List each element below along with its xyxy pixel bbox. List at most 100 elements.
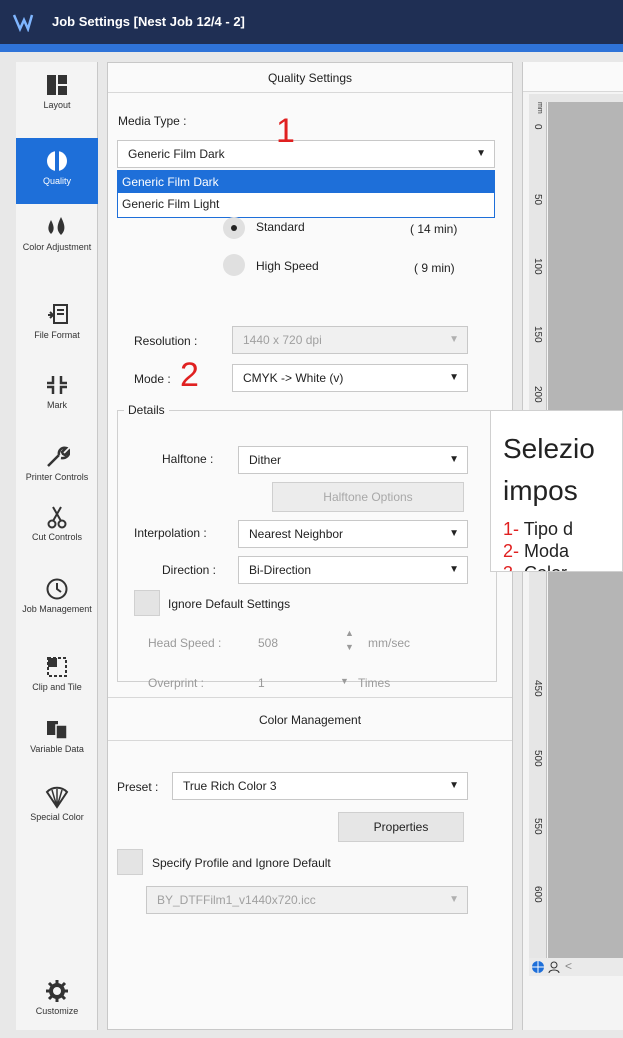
head-speed-value[interactable]: 508 — [258, 636, 278, 650]
sidebar-item-label: Customize — [35, 1006, 79, 1016]
preset-select[interactable]: True Rich Color 3 ▼ — [172, 772, 468, 800]
chevron-down-icon[interactable]: ▼ — [449, 447, 459, 473]
resolution-select[interactable]: 1440 x 720 dpi ▼ — [232, 326, 468, 354]
dropdown-option[interactable]: Generic Film Dark — [118, 171, 494, 193]
head-speed-label: Head Speed : — [148, 636, 222, 650]
quality-settings-header: Quality Settings — [108, 63, 512, 93]
overprint-value[interactable]: 1 — [258, 676, 265, 690]
mode-value: CMYK -> White (v) — [243, 371, 344, 385]
sidebar-item-label: Variable Data — [30, 744, 84, 754]
chevron-down-icon[interactable]: ▼ — [449, 557, 459, 583]
interpolation-label: Interpolation : — [134, 526, 207, 540]
ruler-tick: 500 — [532, 750, 543, 767]
annotation-number-2: 2 — [180, 356, 199, 394]
ignore-default-checkbox[interactable] — [134, 590, 160, 616]
high-speed-radio[interactable] — [223, 254, 245, 276]
callout-item-number: 1- — [503, 519, 520, 539]
dropdown-option[interactable]: Generic Film Light — [118, 193, 494, 215]
mode-select[interactable]: CMYK -> White (v) ▼ — [232, 364, 468, 392]
media-type-dropdown[interactable]: Generic Film Dark Generic Film Light — [117, 170, 495, 218]
ruler-tick: 550 — [532, 818, 543, 835]
spin-down-icon[interactable]: ▼ — [345, 642, 354, 652]
callout-item-text: Color — [519, 563, 567, 571]
sidebar-item-file-format[interactable]: File Format — [16, 302, 98, 352]
callout-item-number: 2- — [503, 541, 520, 561]
halftone-label: Halftone : — [162, 452, 214, 466]
ruler-tick: 100 — [532, 258, 543, 275]
wrench-icon — [47, 446, 70, 467]
sidebar-item-customize[interactable]: Customize — [16, 978, 98, 1022]
resolution-label: Resolution : — [134, 334, 198, 348]
sidebar-item-label: Layout — [43, 100, 71, 110]
interpolation-select[interactable]: Nearest Neighbor ▼ — [238, 520, 468, 548]
halftone-options-button[interactable]: Halftone Options — [272, 482, 464, 512]
high-speed-label: High Speed — [256, 259, 319, 273]
sidebar-item-variable-data[interactable]: Variable Data — [16, 716, 98, 776]
ruler-tick: 600 — [532, 886, 543, 903]
scissors-icon — [47, 506, 67, 529]
sidebar-item-label: Cut Controls — [31, 532, 83, 542]
sidebar-item-layout[interactable]: Layout — [16, 72, 98, 132]
profile-select[interactable]: BY_DTFFilm1_v1440x720.icc ▼ — [146, 886, 468, 914]
scroll-left-icon[interactable]: < — [565, 959, 572, 973]
sidebar-item-job-management[interactable]: Job Management — [16, 576, 98, 638]
ruler-tick: 0 — [532, 124, 543, 130]
overprint-label: Overprint : — [148, 676, 205, 690]
halftone-select[interactable]: Dither ▼ — [238, 446, 468, 474]
variable-data-icon — [47, 721, 68, 740]
window-title: Job Settings [Nest Job 12/4 - 2] — [52, 14, 245, 29]
preset-label: Preset : — [117, 780, 159, 794]
annotation-number-1: 1 — [276, 112, 295, 150]
overprint-dropdown-icon[interactable]: ▼ — [340, 676, 349, 686]
preview-toolbar: < — [529, 958, 623, 976]
sidebar: Layout Quality Color Adjustment File For… — [16, 62, 98, 1030]
chevron-down-icon[interactable]: ▼ — [476, 141, 486, 167]
sidebar-item-clip-and-tile[interactable]: Clip and Tile — [16, 654, 98, 704]
preview-header — [523, 62, 623, 92]
direction-label: Direction : — [162, 563, 217, 577]
spin-up-icon[interactable]: ▲ — [345, 628, 354, 638]
chevron-down-icon: ▼ — [449, 894, 459, 905]
quality-icon — [47, 150, 67, 172]
color-fan-icon — [45, 786, 69, 809]
gear-icon — [46, 980, 68, 1002]
sidebar-item-label: Color Adjustment — [22, 242, 92, 252]
ruler-tick: mm — [536, 102, 543, 114]
chevron-down-icon[interactable]: ▼ — [449, 365, 459, 391]
globe-icon[interactable] — [531, 960, 545, 974]
callout-heading-line1: Selezio — [503, 433, 595, 464]
sidebar-item-quality[interactable]: Quality — [16, 138, 98, 204]
chevron-down-icon[interactable]: ▼ — [449, 521, 459, 547]
droplets-icon — [48, 217, 65, 235]
ruler-tick: 200 — [532, 386, 543, 403]
sidebar-item-printer-controls[interactable]: Printer Controls — [16, 444, 98, 498]
sidebar-item-label: Special Color — [30, 812, 84, 822]
user-icon[interactable] — [547, 960, 561, 974]
callout-item-number: 3- — [503, 563, 519, 571]
standard-radio[interactable] — [223, 217, 245, 239]
high-speed-time: ( 9 min) — [414, 261, 455, 275]
direction-select[interactable]: Bi-Direction ▼ — [238, 556, 468, 584]
sidebar-item-label: Clip and Tile — [32, 682, 82, 692]
sidebar-item-cut-controls[interactable]: Cut Controls — [16, 504, 98, 564]
ruler-tick: 50 — [532, 194, 543, 206]
specify-profile-checkbox[interactable] — [117, 849, 143, 875]
sidebar-item-special-color[interactable]: Special Color — [16, 784, 98, 834]
layout-icon — [47, 75, 67, 95]
specify-profile-label: Specify Profile and Ignore Default — [152, 856, 331, 870]
media-type-select[interactable]: Generic Film Dark ▼ — [117, 140, 495, 168]
standard-label: Standard — [256, 220, 305, 234]
sidebar-item-color-adjustment[interactable]: Color Adjustment — [16, 214, 98, 284]
ruler-tick: 450 — [532, 680, 543, 697]
app-logo-icon — [12, 14, 34, 32]
halftone-value: Dither — [249, 453, 282, 467]
media-type-value: Generic Film Dark — [128, 147, 225, 161]
callout-item-text: Tipo d — [519, 519, 574, 539]
media-type-label: Media Type : — [118, 114, 187, 128]
sidebar-item-label: Mark — [47, 400, 67, 410]
properties-button[interactable]: Properties — [338, 812, 464, 842]
chevron-down-icon[interactable]: ▼ — [449, 773, 459, 799]
sidebar-item-label: Job Management — [22, 604, 92, 614]
sidebar-item-mark[interactable]: Mark — [16, 372, 98, 422]
sidebar-item-label: Quality — [42, 176, 71, 186]
